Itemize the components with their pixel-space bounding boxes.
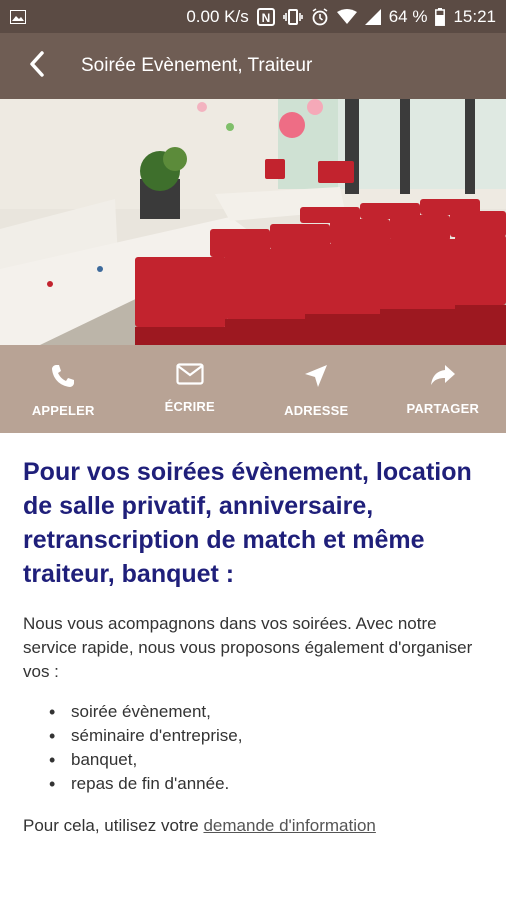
battery-icon <box>435 7 446 26</box>
network-speed: 0.00 K/s <box>186 6 249 26</box>
alarm-icon <box>311 7 329 26</box>
list-item: séminaire d'entreprise, <box>23 724 488 748</box>
action-bar: APPELER ÉCRIRE ADRESSE PARTAGER <box>0 345 506 433</box>
address-label: ADRESSE <box>284 403 349 418</box>
address-button[interactable]: ADRESSE <box>253 345 380 433</box>
signal-icon <box>364 8 381 25</box>
services-list: soirée évènement, séminaire d'entreprise… <box>23 700 488 796</box>
phone-icon <box>50 363 76 394</box>
share-button[interactable]: PARTAGER <box>380 345 506 433</box>
share-icon <box>429 363 457 392</box>
banquet-hall-photo <box>0 99 506 345</box>
svg-text:N: N <box>261 11 270 25</box>
image-icon <box>10 9 26 24</box>
call-button[interactable]: APPELER <box>0 345 127 433</box>
intro-text: Nous vous acompagnons dans vos soirées. … <box>23 614 473 681</box>
battery-level: 64 % <box>388 6 428 26</box>
footer-text: Pour cela, utilisez votre demande d'info… <box>23 814 488 838</box>
information-request-link[interactable]: demande d'information <box>203 816 375 835</box>
status-bar: 0.00 K/s N 64 % 15:21 <box>0 0 506 33</box>
call-label: APPELER <box>31 403 95 418</box>
page-title: Soirée Evènement, Traiteur <box>81 55 313 76</box>
content: Pour vos soirées évènement, location de … <box>23 455 488 838</box>
headline: Pour vos soirées évènement, location de … <box>23 458 472 588</box>
app-bar: Soirée Evènement, Traiteur <box>0 33 506 99</box>
list-item: soirée évènement, <box>23 700 488 724</box>
clock: 15:21 <box>453 6 496 26</box>
write-label: ÉCRIRE <box>164 399 215 414</box>
list-item: banquet, <box>23 748 488 772</box>
mail-icon <box>176 363 204 390</box>
write-button[interactable]: ÉCRIRE <box>127 345 254 433</box>
back-button[interactable] <box>0 33 66 99</box>
location-arrow-icon <box>303 363 329 394</box>
footer-prefix: Pour cela, utilisez votre <box>23 816 204 835</box>
nfc-icon: N <box>256 7 275 26</box>
share-label: PARTAGER <box>406 401 480 416</box>
wifi-icon <box>336 8 357 25</box>
list-item: repas de fin d'année. <box>23 772 488 796</box>
chevron-left-icon <box>29 50 45 82</box>
vibrate-icon <box>282 8 303 26</box>
